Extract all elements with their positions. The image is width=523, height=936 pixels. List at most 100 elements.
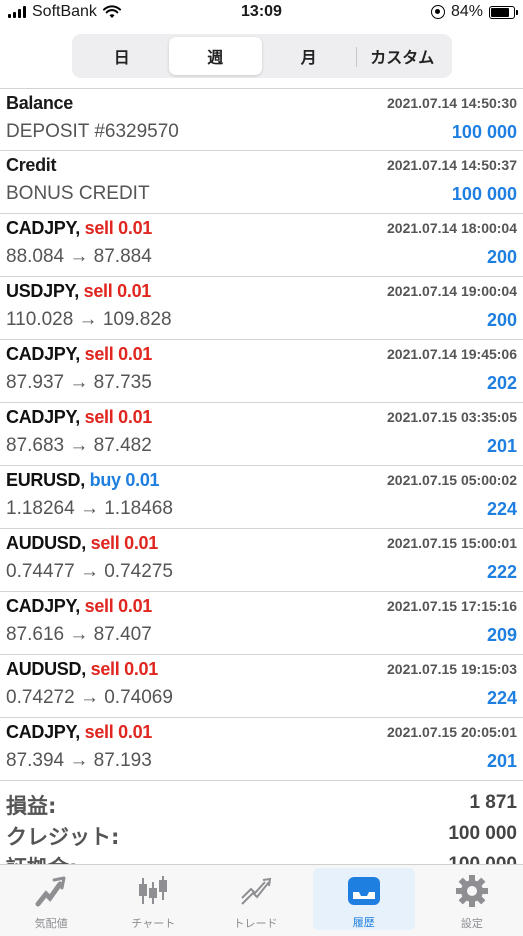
period-segmented-control: 日週月カスタム <box>72 34 452 78</box>
row-profit: 222 <box>486 562 517 582</box>
row-title: EURUSD, buy 0.01 <box>6 470 160 491</box>
summary-row: 証拠金: 100 000 <box>0 850 523 864</box>
trade-row[interactable]: AUDUSD, sell 0.01 2021.07.15 19:15:03 0.74… <box>0 655 523 718</box>
row-prices: 88.084 → 87.884 <box>6 246 152 267</box>
row-side: sell 0.01 <box>84 344 153 364</box>
segment-tab-0[interactable]: 日 <box>75 37 169 75</box>
row-time: 2021.07.14 18:00:04 <box>387 220 517 236</box>
row-title: Credit <box>6 155 57 175</box>
history-icon <box>345 873 383 908</box>
summary-row: 損益: 1 871 <box>0 788 523 819</box>
summary-value: 1 871 <box>469 792 517 813</box>
row-symbol: AUDUSD, <box>6 659 86 679</box>
row-comment: DEPOSIT #6329570 <box>6 121 179 142</box>
row-profit: 200 <box>486 310 517 330</box>
trade-row[interactable]: CADJPY, sell 0.01 2021.07.15 20:05:01 87.3… <box>0 718 523 781</box>
row-time: 2021.07.14 14:50:30 <box>387 95 517 111</box>
row-prices: 0.74272 → 0.74069 <box>6 687 173 708</box>
row-title: Balance <box>6 93 73 113</box>
row-profit: 224 <box>486 688 517 708</box>
summary-label: クレジット: <box>6 825 120 849</box>
summary-value: 100 000 <box>448 823 517 844</box>
row-title: AUDUSD, sell 0.01 <box>6 533 158 554</box>
tab-label: 履歴 <box>352 916 375 929</box>
chart-icon <box>134 873 172 909</box>
trade-row[interactable]: EURUSD, buy 0.01 2021.07.15 05:00:02 1.182… <box>0 466 523 529</box>
segment-tab-1[interactable]: 週 <box>168 37 262 75</box>
battery-icon <box>489 5 518 19</box>
row-title: USDJPY, sell 0.01 <box>6 281 151 302</box>
row-title: CADJPY, sell 0.01 <box>6 722 152 743</box>
row-prices: 87.683 → 87.482 <box>6 435 152 456</box>
summary-value: 100 000 <box>448 854 517 864</box>
summary-label: 証拠金: <box>6 852 77 864</box>
trade-icon <box>237 873 275 909</box>
row-time: 2021.07.15 20:05:01 <box>387 724 517 740</box>
status-bar: SoftBank 13:09 84% <box>0 0 523 26</box>
row-time: 2021.07.14 14:50:37 <box>387 157 517 173</box>
quotes-icon <box>32 873 70 909</box>
trade-row[interactable]: AUDUSD, sell 0.01 2021.07.15 15:00:01 0.74… <box>0 529 523 592</box>
balance-row[interactable]: Balance 2021.07.14 14:50:30 DEPOSIT #63295… <box>0 88 523 151</box>
row-prices: 0.74477 → 0.74275 <box>6 561 173 582</box>
row-profit: 224 <box>486 499 517 519</box>
bottom-tab-bar: 気配値 チャート トレード 履歴 設定 <box>0 864 523 936</box>
row-side: sell 0.01 <box>84 596 153 616</box>
trade-row[interactable]: CADJPY, sell 0.01 2021.07.15 17:15:16 87.6… <box>0 592 523 655</box>
history-list: Balance 2021.07.14 14:50:30 DEPOSIT #63295… <box>0 88 523 781</box>
status-bar-right: 84% <box>430 3 518 21</box>
row-symbol: CADJPY, <box>6 596 80 616</box>
row-title: CADJPY, sell 0.01 <box>6 596 152 617</box>
row-profit: 202 <box>486 373 517 393</box>
row-time: 2021.07.15 15:00:01 <box>387 535 517 551</box>
row-prices: 87.394 → 87.193 <box>6 750 152 771</box>
tab-label: トレード <box>233 917 278 930</box>
tab-label: 設定 <box>460 917 483 930</box>
row-prices: 110.028 → 109.828 <box>6 309 172 330</box>
row-title: AUDUSD, sell 0.01 <box>6 659 158 680</box>
trade-row[interactable]: CADJPY, sell 0.01 2021.07.14 19:45:06 87.9… <box>0 340 523 403</box>
row-profit: 201 <box>486 436 517 456</box>
tab-chart[interactable]: チャート <box>102 865 204 936</box>
row-side: sell 0.01 <box>83 281 152 301</box>
row-time: 2021.07.15 05:00:02 <box>387 472 517 488</box>
row-symbol: EURUSD, <box>6 470 85 490</box>
row-symbol: AUDUSD, <box>6 533 86 553</box>
settings-icon <box>453 873 491 909</box>
summary-label: 損益: <box>6 794 57 818</box>
row-prices: 1.18264 → 1.18468 <box>6 498 173 519</box>
row-title: CADJPY, sell 0.01 <box>6 218 152 239</box>
segment-tab-3[interactable]: カスタム <box>355 37 450 75</box>
trade-row[interactable]: USDJPY, sell 0.01 2021.07.14 19:00:04 110.… <box>0 277 523 340</box>
tab-label: チャート <box>131 917 176 930</box>
row-time: 2021.07.14 19:00:04 <box>387 283 517 299</box>
summary-section: 損益: 1 871 クレジット: 100 000 証拠金: 100 000 <box>0 788 523 864</box>
row-symbol: CADJPY, <box>6 344 80 364</box>
tab-quotes[interactable]: 気配値 <box>0 865 102 936</box>
row-symbol: CADJPY, <box>6 407 80 427</box>
row-title: CADJPY, sell 0.01 <box>6 407 152 428</box>
tab-trade[interactable]: トレード <box>204 865 306 936</box>
tab-history[interactable]: 履歴 <box>312 868 415 930</box>
row-time: 2021.07.15 19:15:03 <box>387 661 517 677</box>
row-symbol: USDJPY, <box>6 281 79 301</box>
trade-row[interactable]: CADJPY, sell 0.01 2021.07.14 18:00:04 88.0… <box>0 214 523 277</box>
orientation-lock-icon <box>430 5 445 19</box>
tab-label: 気配値 <box>34 917 68 930</box>
balance-row[interactable]: Credit 2021.07.14 14:50:37 BONUS CREDIT 100… <box>0 151 523 214</box>
row-side: sell 0.01 <box>84 218 153 238</box>
row-prices: 87.937 → 87.735 <box>6 372 152 393</box>
row-time: 2021.07.15 03:35:05 <box>387 409 517 425</box>
row-profit: 100 000 <box>451 122 517 142</box>
trade-row[interactable]: CADJPY, sell 0.01 2021.07.15 03:35:05 87.6… <box>0 403 523 466</box>
segment-tab-2[interactable]: 月 <box>262 37 356 75</box>
row-side: buy 0.01 <box>89 470 160 490</box>
summary-row: クレジット: 100 000 <box>0 819 523 850</box>
battery-percent: 84% <box>450 3 483 20</box>
row-prices: 87.616 → 87.407 <box>6 624 152 645</box>
tab-settings[interactable]: 設定 <box>421 865 523 936</box>
row-symbol: CADJPY, <box>6 722 80 742</box>
row-profit: 100 000 <box>451 184 517 204</box>
row-symbol: CADJPY, <box>6 218 80 238</box>
row-title: CADJPY, sell 0.01 <box>6 344 152 365</box>
